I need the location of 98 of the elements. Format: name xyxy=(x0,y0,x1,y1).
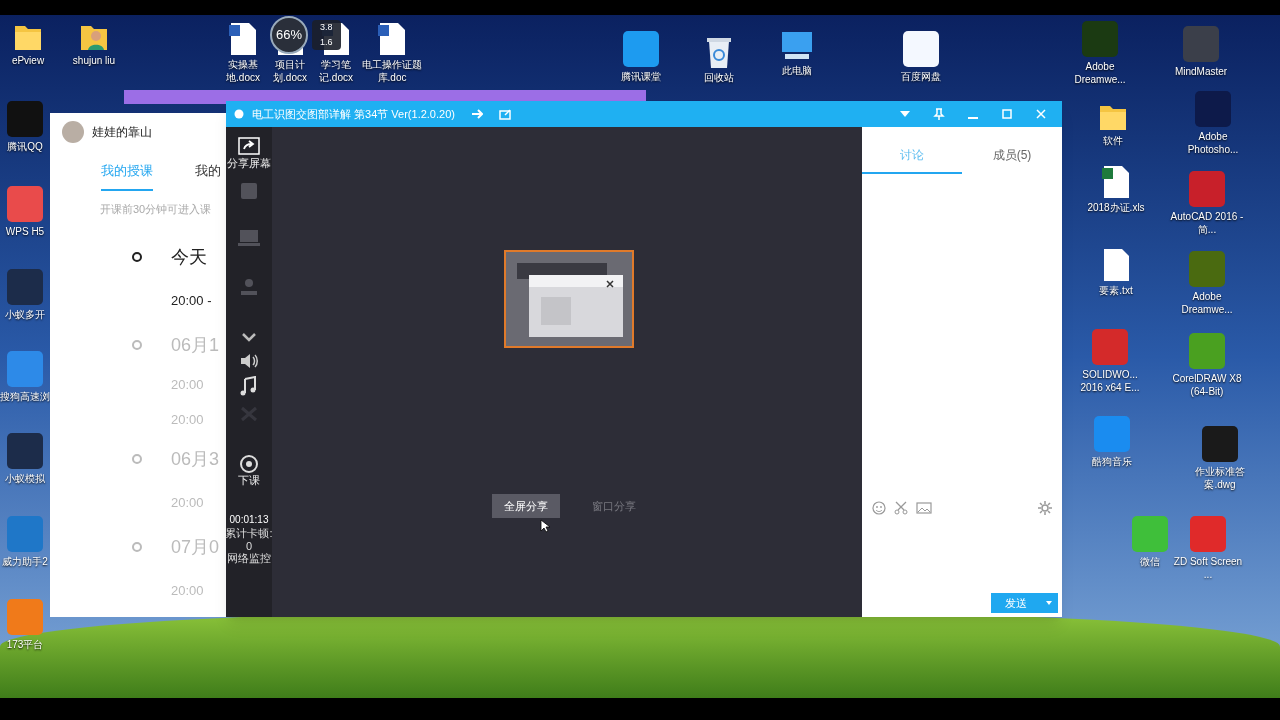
app-icon xyxy=(1188,250,1226,288)
app-icon xyxy=(1194,90,1232,128)
app-icon xyxy=(1093,415,1131,453)
desktop-icon-label[interactable]: Adobe Photosho... xyxy=(1174,130,1252,156)
tool-button[interactable]: 分享屏幕 xyxy=(227,137,271,181)
desktop-icon-label[interactable]: 此电脑 xyxy=(782,64,812,77)
app-icon xyxy=(6,350,44,388)
desktop-icon-label[interactable]: 腾讯QQ xyxy=(7,140,43,153)
desktop-icon-label[interactable]: 软件 xyxy=(1103,134,1123,147)
spreadsheet-icon xyxy=(1102,165,1130,199)
desktop-icon-label[interactable]: ePview xyxy=(11,54,45,67)
desktop-icon-label[interactable]: ZD Soft Screen ... xyxy=(1169,555,1247,581)
window-title: 电工识图交图部详解 第34节 Ver(1.2.0.20) xyxy=(252,106,455,122)
app-icon xyxy=(622,30,660,68)
app-icon xyxy=(6,185,44,223)
user-name: 娃娃的靠山 xyxy=(92,124,152,141)
timeline-date: 今天 xyxy=(171,245,207,269)
desktop-icon-label[interactable]: MindMaster xyxy=(1174,65,1228,78)
emoji-icon xyxy=(872,501,886,515)
upload-speed: 3.8 xyxy=(320,21,333,34)
desktop-icon-label[interactable]: 2018办证.xls xyxy=(1087,201,1145,214)
class-time: 20:00 xyxy=(171,494,204,513)
app-icon xyxy=(1189,515,1227,553)
app-icon xyxy=(1081,20,1119,58)
app-icon xyxy=(1201,425,1239,463)
recycle-bin-icon xyxy=(704,35,734,69)
desktop-icon-label[interactable]: SOLIDWO... 2016 x64 E... xyxy=(1071,368,1149,394)
desktop-icon-label[interactable]: Adobe Dreamwe... xyxy=(1061,60,1139,86)
document-icon xyxy=(229,22,257,56)
desktop-icon-label[interactable]: 学习笔记.docx xyxy=(314,58,358,84)
image-icon xyxy=(916,501,932,515)
desktop-icon-label[interactable]: 酷狗音乐 xyxy=(1092,455,1132,468)
desktop-icon-label[interactable]: 回收站 xyxy=(704,71,734,84)
desktop-icon-label[interactable]: 要素.txt xyxy=(1099,284,1133,297)
computer-icon xyxy=(779,30,815,62)
session-timer: 00:01:13 xyxy=(229,514,269,525)
share-icon xyxy=(498,108,511,120)
arrow-icon xyxy=(470,108,483,120)
monitor-icon xyxy=(238,227,260,247)
tool-button[interactable]: 下课 xyxy=(238,454,260,502)
maximize-icon xyxy=(1001,108,1013,120)
app-icon xyxy=(1182,25,1220,63)
desktop-icon-label[interactable]: 百度网盘 xyxy=(901,70,941,83)
minimize-icon xyxy=(968,117,978,119)
timeline-date: 06月1 xyxy=(171,333,220,357)
desktop-icon-label[interactable]: 小蚁多开 xyxy=(5,308,45,321)
app-icon xyxy=(6,100,44,138)
close-icon xyxy=(1035,108,1047,120)
class-time: 20:00 xyxy=(171,375,204,394)
download-speed: 1.6 xyxy=(320,35,333,49)
share-mode-button[interactable]: 全屏分享 xyxy=(492,494,560,518)
settings-icon xyxy=(1038,501,1052,515)
scissors-icon xyxy=(894,501,908,515)
desktop-icon-label[interactable]: CorelDRAW X8 (64-Bit) xyxy=(1168,372,1246,398)
app-icon xyxy=(6,432,44,470)
course-tab[interactable]: 我的 xyxy=(195,161,221,191)
power-icon xyxy=(238,454,260,474)
desktop-icon-label[interactable]: 作业标准答案.dwg xyxy=(1181,465,1259,491)
app-icon xyxy=(1091,328,1129,366)
desktop-icon-label[interactable]: 电工操作证题库.doc xyxy=(362,58,422,84)
pin-icon xyxy=(933,108,945,120)
app-icon xyxy=(6,598,44,636)
app-icon xyxy=(6,515,44,553)
document-icon xyxy=(378,22,406,56)
desktop-icon-label[interactable]: 实操基地.docx xyxy=(221,58,265,84)
panel-tab[interactable]: 成员(5) xyxy=(962,138,1062,174)
app-icon xyxy=(6,268,44,306)
desktop-icon-label[interactable]: 项目计划.docx xyxy=(268,58,312,84)
desktop-icon-label[interactable]: Adobe Dreamwe... xyxy=(1168,290,1246,316)
class-time: 20:00 xyxy=(171,582,204,601)
network-monitor-label: 网络监控 xyxy=(227,552,271,565)
desktop-icon-label[interactable]: 威力助手2 xyxy=(2,555,48,568)
share-screen-icon xyxy=(238,137,260,157)
app-icon xyxy=(902,30,940,68)
app-logo-icon xyxy=(234,109,244,119)
timeline-date: 07月0 xyxy=(171,535,220,559)
hint-text: 开课前30分钟可进入课 xyxy=(99,201,213,217)
file-icon xyxy=(1102,248,1130,282)
timeline-date: 06月3 xyxy=(171,447,220,471)
desktop-icon-label[interactable]: WPS H5 xyxy=(5,225,45,238)
camera-icon xyxy=(238,181,260,201)
desktop-icon-label[interactable]: 搜狗高速浏 xyxy=(0,390,50,403)
speaker-icon xyxy=(238,351,260,371)
person-icon xyxy=(238,277,260,297)
app-icon xyxy=(1131,515,1169,553)
app-icon xyxy=(1188,170,1226,208)
desktop-icon-label[interactable]: AutoCAD 2016 - 简... xyxy=(1168,210,1246,236)
desktop-icon-label[interactable]: 小蚁模拟 xyxy=(5,472,45,485)
desktop-icon-label[interactable]: shujun liu xyxy=(72,54,116,67)
class-time: 20:00 xyxy=(171,410,204,429)
avatar xyxy=(62,121,84,143)
class-time: 20:00 - xyxy=(171,292,212,311)
desktop-icon-label[interactable]: 腾讯课堂 xyxy=(621,70,661,83)
app-icon xyxy=(1188,332,1226,370)
cursor-icon xyxy=(540,519,550,533)
desktop-icon-label[interactable]: 微信 xyxy=(1140,555,1160,568)
lag-count: 0 xyxy=(245,540,253,552)
caret-icon xyxy=(1046,601,1052,605)
